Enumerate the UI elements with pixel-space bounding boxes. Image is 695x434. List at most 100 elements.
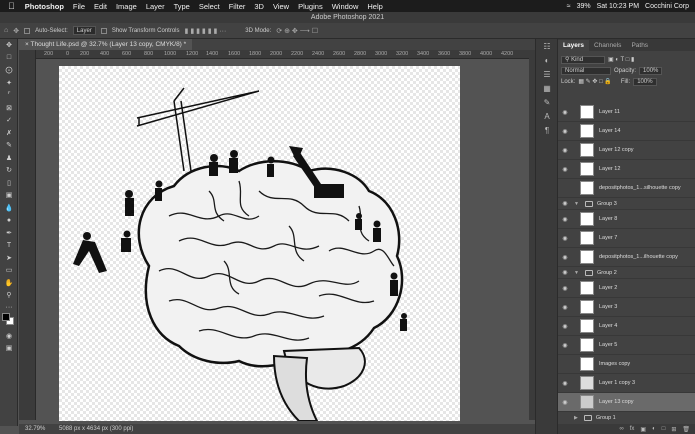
eye-icon[interactable]: ◉ <box>558 342 572 349</box>
chevron-right-icon[interactable]: ▶ <box>574 415 578 421</box>
align-icons[interactable]: ▮ ▮ ▮ ▮ ▮ ▮ ··· <box>185 27 227 35</box>
layer-row[interactable]: ◉ Layer 8 <box>558 210 695 229</box>
magic-wand-icon[interactable]: ✦ <box>0 77 18 90</box>
layer-row[interactable]: ◉ Layer 4 <box>558 317 695 336</box>
layer-row[interactable]: ◉ Layer 2 <box>558 279 695 298</box>
adjustments-panel-icon[interactable]: ◐ <box>536 53 558 67</box>
color-swatches[interactable] <box>0 313 18 327</box>
link-icon[interactable]: ∞ <box>619 426 623 432</box>
eye-icon[interactable]: ◉ <box>558 147 572 154</box>
new-layer-icon[interactable]: ⊞ <box>671 426 676 433</box>
chevron-down-icon[interactable]: ▼ <box>574 201 579 207</box>
menu-3d[interactable]: 3D <box>254 2 264 11</box>
history-panel-icon[interactable]: ☷ <box>536 39 558 53</box>
eye-icon[interactable]: ◉ <box>558 269 572 276</box>
adjustment-icon[interactable]: ◐ <box>652 426 656 432</box>
eye-icon[interactable]: ◉ <box>558 285 572 292</box>
apple-icon[interactable]:  <box>8 1 15 11</box>
hand-tool-icon[interactable]: ✋ <box>0 277 18 290</box>
clock[interactable]: Sat 10:23 PM <box>597 3 639 10</box>
screen-mode-icon[interactable]: ▣ <box>0 342 18 355</box>
eye-icon[interactable]: ◉ <box>558 235 572 242</box>
eye-icon[interactable]: ◉ <box>558 166 572 173</box>
eye-icon[interactable]: ◉ <box>558 323 572 330</box>
menu-help[interactable]: Help <box>367 2 382 11</box>
wifi-icon[interactable]: ≈ <box>567 3 571 10</box>
layer-row[interactable]: ◉ Layer 3 <box>558 298 695 317</box>
tab-layers[interactable]: Layers <box>558 40 589 51</box>
gradient-tool-icon[interactable]: ▣ <box>0 189 18 202</box>
layer-row[interactable]: ◉ Layer 14 <box>558 122 695 141</box>
eye-icon[interactable]: ◉ <box>558 216 572 223</box>
brush-tool-icon[interactable]: ✎ <box>0 139 18 152</box>
layer-row[interactable]: ◉ Layer 5 <box>558 336 695 355</box>
layer-row[interactable]: Images copy <box>558 355 695 374</box>
quick-mask-icon[interactable]: ◉ <box>0 330 18 343</box>
blend-mode-dropdown[interactable]: Normal <box>561 66 611 75</box>
paragraph-panel-icon[interactable]: ¶ <box>536 123 558 137</box>
layer-row[interactable]: ◉ Layer 1 copy 3 <box>558 374 695 393</box>
menu-view[interactable]: View <box>273 2 289 11</box>
layer-row[interactable]: ◉ Layer 12 copy <box>558 141 695 160</box>
layer-row[interactable]: depositphotos_1...silhouette copy <box>558 179 695 198</box>
eye-icon[interactable]: ◉ <box>558 304 572 311</box>
eraser-tool-icon[interactable]: ▯ <box>0 177 18 190</box>
tab-channels[interactable]: Channels <box>589 40 626 51</box>
menu-select[interactable]: Select <box>199 2 220 11</box>
layer-row-selected[interactable]: ◉ Layer 13 copy <box>558 393 695 412</box>
menu-photoshop[interactable]: Photoshop <box>25 2 64 11</box>
canvas-area[interactable] <box>36 60 529 421</box>
character-panel-icon[interactable]: A <box>536 109 558 123</box>
document-tab[interactable]: × Thought Life.psd @ 32.7% (Layer 13 cop… <box>19 39 193 50</box>
menu-window[interactable]: Window <box>332 2 359 11</box>
filter-icons[interactable]: ▣ ◐ T □ ▮ <box>608 56 634 63</box>
opacity-input[interactable]: 100% <box>639 66 663 75</box>
stamp-tool-icon[interactable]: ♟ <box>0 152 18 165</box>
lock-icons[interactable]: ▦ ✎ ✥ □ 🔒 <box>578 78 612 85</box>
eye-icon[interactable]: ◉ <box>558 380 572 387</box>
shape-tool-icon[interactable]: ▭ <box>0 264 18 277</box>
group-row[interactable]: ▶ Group 1 <box>558 412 695 423</box>
path-select-icon[interactable]: ➤ <box>0 252 18 265</box>
swatches-panel-icon[interactable]: ▦ <box>536 81 558 95</box>
healing-brush-icon[interactable]: ✗ <box>0 127 18 140</box>
auto-select-dropdown[interactable]: Layer <box>72 26 96 35</box>
trash-icon[interactable]: 🗑 <box>682 426 690 433</box>
group-row[interactable]: ◉ ▼ Group 3 <box>558 198 695 210</box>
more-tools-icon[interactable]: ··· <box>0 302 18 315</box>
zoom-tool-icon[interactable]: ⚲ <box>0 289 18 302</box>
eyedropper-icon[interactable]: ✓ <box>0 114 18 127</box>
eye-icon[interactable]: ◉ <box>558 200 572 207</box>
user-name[interactable]: Cocchini Corp <box>645 3 689 10</box>
layer-row[interactable]: ◉ Layer 7 <box>558 229 695 248</box>
zoom-level[interactable]: 32.79% <box>25 424 45 434</box>
menu-image[interactable]: Image <box>116 2 137 11</box>
menu-type[interactable]: Type <box>174 2 190 11</box>
layer-row[interactable]: ◉ depositphotos_1...ilhouette copy <box>558 248 695 267</box>
fx-button[interactable]: fx <box>630 426 635 432</box>
eye-icon[interactable]: ◉ <box>558 109 572 116</box>
transform-controls-checkbox[interactable] <box>100 27 107 34</box>
auto-select-checkbox[interactable] <box>24 27 31 34</box>
eye-icon[interactable]: ◉ <box>558 399 572 406</box>
chevron-down-icon[interactable]: ▼ <box>574 270 579 276</box>
layer-row[interactable]: ◉ Layer 11 <box>558 103 695 122</box>
dodge-tool-icon[interactable]: ● <box>0 214 18 227</box>
menu-edit[interactable]: Edit <box>94 2 107 11</box>
brush-panel-icon[interactable]: ✎ <box>536 95 558 109</box>
home-icon[interactable]: ⌂ <box>4 27 8 34</box>
pen-tool-icon[interactable]: ✒ <box>0 227 18 240</box>
crop-tool-icon[interactable]: ⌜ <box>0 89 18 102</box>
properties-panel-icon[interactable]: ☰ <box>536 67 558 81</box>
history-brush-icon[interactable]: ↻ <box>0 164 18 177</box>
tab-paths[interactable]: Paths <box>626 40 653 51</box>
document-canvas[interactable] <box>59 66 460 421</box>
move-tool-icon[interactable]: ✥ <box>13 27 19 35</box>
kind-filter-dropdown[interactable]: ⚲ Kind <box>561 55 605 64</box>
layer-row[interactable]: ◉ Layer 12 <box>558 160 695 179</box>
new-group-icon[interactable]: □ <box>662 426 666 432</box>
frame-tool-icon[interactable]: ⊠ <box>0 102 18 115</box>
move-tool-icon[interactable]: ✥ <box>0 39 18 52</box>
blur-tool-icon[interactable]: 💧 <box>0 202 18 215</box>
menu-filter[interactable]: Filter <box>229 2 246 11</box>
